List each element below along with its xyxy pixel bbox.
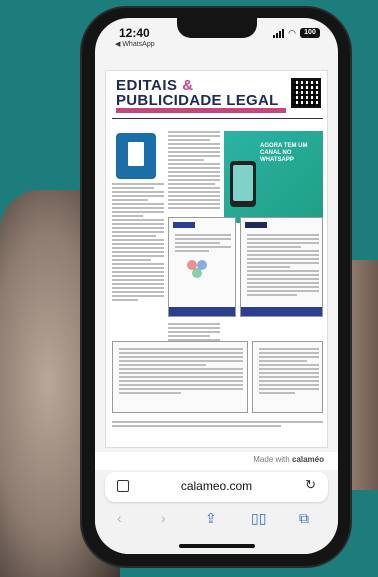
status-bar: 12:40 ◀ WhatsApp ◠ 100: [95, 18, 338, 52]
share-icon[interactable]: ⇪: [205, 510, 217, 527]
calameo-branding-bar[interactable]: Made with calaméo: [95, 452, 338, 470]
notice-ad-2: [240, 217, 323, 317]
qr-code-icon: [291, 78, 321, 108]
tabs-icon[interactable]: ⧉: [299, 510, 309, 527]
ad-footer-bar: [241, 307, 322, 316]
home-indicator: [179, 544, 255, 548]
promo-title: AGORA TEM UM CANAL NO WHATSAPP: [260, 143, 308, 163]
notice-ad-4: [252, 341, 323, 413]
ad-footer-bar: [169, 307, 235, 316]
promo-phone-image: [230, 161, 256, 207]
battery-icon: 100: [300, 28, 320, 38]
document-icon: [116, 133, 156, 179]
ad-emblem: [187, 260, 211, 280]
whatsapp-channel-promo[interactable]: AGORA TEM UM CANAL NO WHATSAPP: [224, 131, 323, 223]
address-bar[interactable]: calameo.com ↻: [105, 472, 328, 502]
middle-column-text-2: [168, 323, 220, 343]
notice-ad-3: [112, 341, 248, 413]
notice-ad-1: [168, 217, 236, 317]
notch: [177, 18, 257, 38]
newspaper-header: EDITAIS & PUBLICIDADE LEGAL: [112, 75, 323, 119]
back-to-whatsapp[interactable]: ◀ WhatsApp: [115, 40, 155, 48]
reload-icon[interactable]: ↻: [305, 477, 316, 493]
signal-icon: [273, 28, 285, 38]
middle-column-text: [168, 131, 220, 211]
bookmarks-icon[interactable]: ▯▯: [251, 510, 266, 527]
newspaper-subtitle: PUBLICIDADE LEGAL: [116, 92, 279, 109]
bottom-footnote: [112, 421, 323, 429]
safari-toolbar: ‹ › ⇪ ▯▯ ⧉: [95, 510, 338, 530]
ad-logo: [173, 222, 195, 228]
made-with-calameo: Made with calaméo: [253, 455, 324, 464]
status-time: 12:40: [119, 26, 150, 40]
forward-icon[interactable]: ›: [161, 510, 166, 526]
left-column-text: [112, 183, 164, 303]
header-accent-bar: [116, 108, 286, 113]
status-icons: ◠ 100: [273, 28, 320, 38]
ad-logo: [245, 222, 267, 228]
url-text[interactable]: calameo.com: [105, 479, 328, 493]
phone-screen: 12:40 ◀ WhatsApp ◠ 100 EDITAIS & PUBLICI…: [95, 18, 338, 554]
wifi-icon: ◠: [288, 27, 296, 38]
newspaper-page[interactable]: EDITAIS & PUBLICIDADE LEGAL AGORA TEM UM…: [105, 70, 328, 448]
safari-bottom-ui: calameo.com ↻ ‹ › ⇪ ▯▯ ⧉: [95, 470, 338, 554]
back-icon[interactable]: ‹: [117, 510, 122, 526]
phone: 12:40 ◀ WhatsApp ◠ 100 EDITAIS & PUBLICI…: [82, 8, 350, 566]
